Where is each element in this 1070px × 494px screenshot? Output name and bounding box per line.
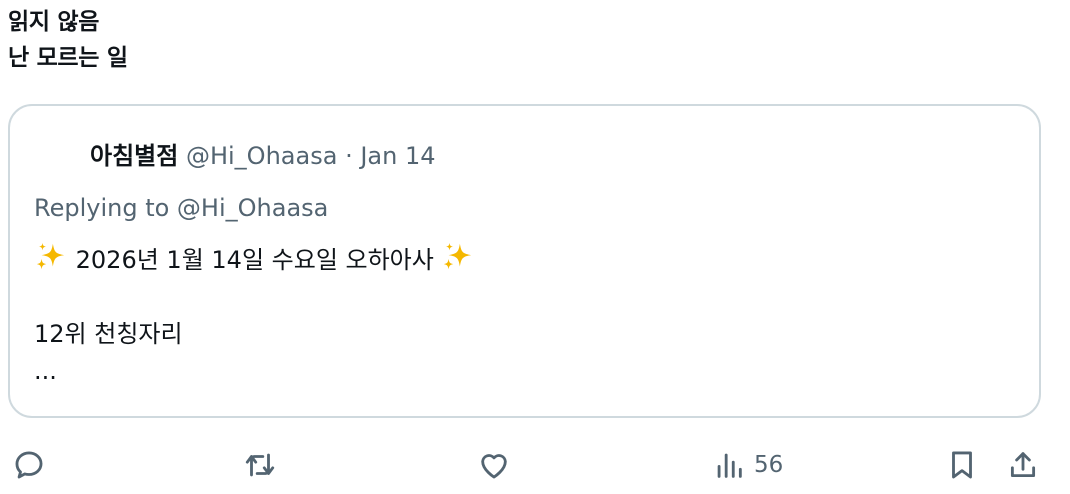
retweet-icon <box>245 453 275 477</box>
action-bar: 56 <box>0 440 1070 490</box>
tweet-text-line-1: 읽지 않음 <box>8 9 100 35</box>
sparkles-icon <box>444 242 472 270</box>
like-button[interactable] <box>477 448 511 482</box>
sparkles-icon <box>36 242 65 270</box>
bookmark-button[interactable] <box>945 448 979 482</box>
reply-icon <box>15 451 43 479</box>
views-count: 56 <box>754 452 784 478</box>
reply-button[interactable] <box>12 448 46 482</box>
author-handle[interactable]: @Hi_Ohaasa <box>186 142 337 170</box>
tweet-text: 읽지 않음 난 모르는 일 <box>8 4 128 76</box>
replying-to: Replying to @Hi_Ohaasa <box>34 194 329 222</box>
body-blank-line <box>34 279 475 316</box>
like-icon <box>481 454 507 479</box>
share-button[interactable] <box>1006 448 1040 482</box>
quoted-tweet-header: 아침별점 @Hi_Ohaasa · Jan 14 <box>90 140 436 172</box>
retweet-button[interactable] <box>243 448 277 482</box>
body-line-2: 12위 천칭자리 <box>34 320 183 348</box>
share-icon <box>1010 452 1036 478</box>
views-button[interactable]: 56 <box>712 448 783 482</box>
body-line-1: 2026년 1월 14일 수요일 오하아사 <box>34 240 475 279</box>
tweet-text-line-2: 난 모르는 일 <box>8 45 128 71</box>
author-name[interactable]: 아침별점 <box>90 142 178 170</box>
tweet-date[interactable]: Jan 14 <box>360 142 435 170</box>
body-more: ... <box>34 357 57 385</box>
bookmark-icon <box>952 451 972 479</box>
views-icon <box>717 453 742 478</box>
meta-separator: · <box>345 142 353 170</box>
body-text-line-1: 2026년 1월 14일 수요일 오하아사 <box>75 246 434 274</box>
quoted-tweet-body: 2026년 1월 14일 수요일 오하아사 12위 천칭자리 ... <box>34 240 475 390</box>
quoted-tweet-card[interactable]: 아침별점 @Hi_Ohaasa · Jan 14 Replying to @Hi… <box>8 104 1041 418</box>
